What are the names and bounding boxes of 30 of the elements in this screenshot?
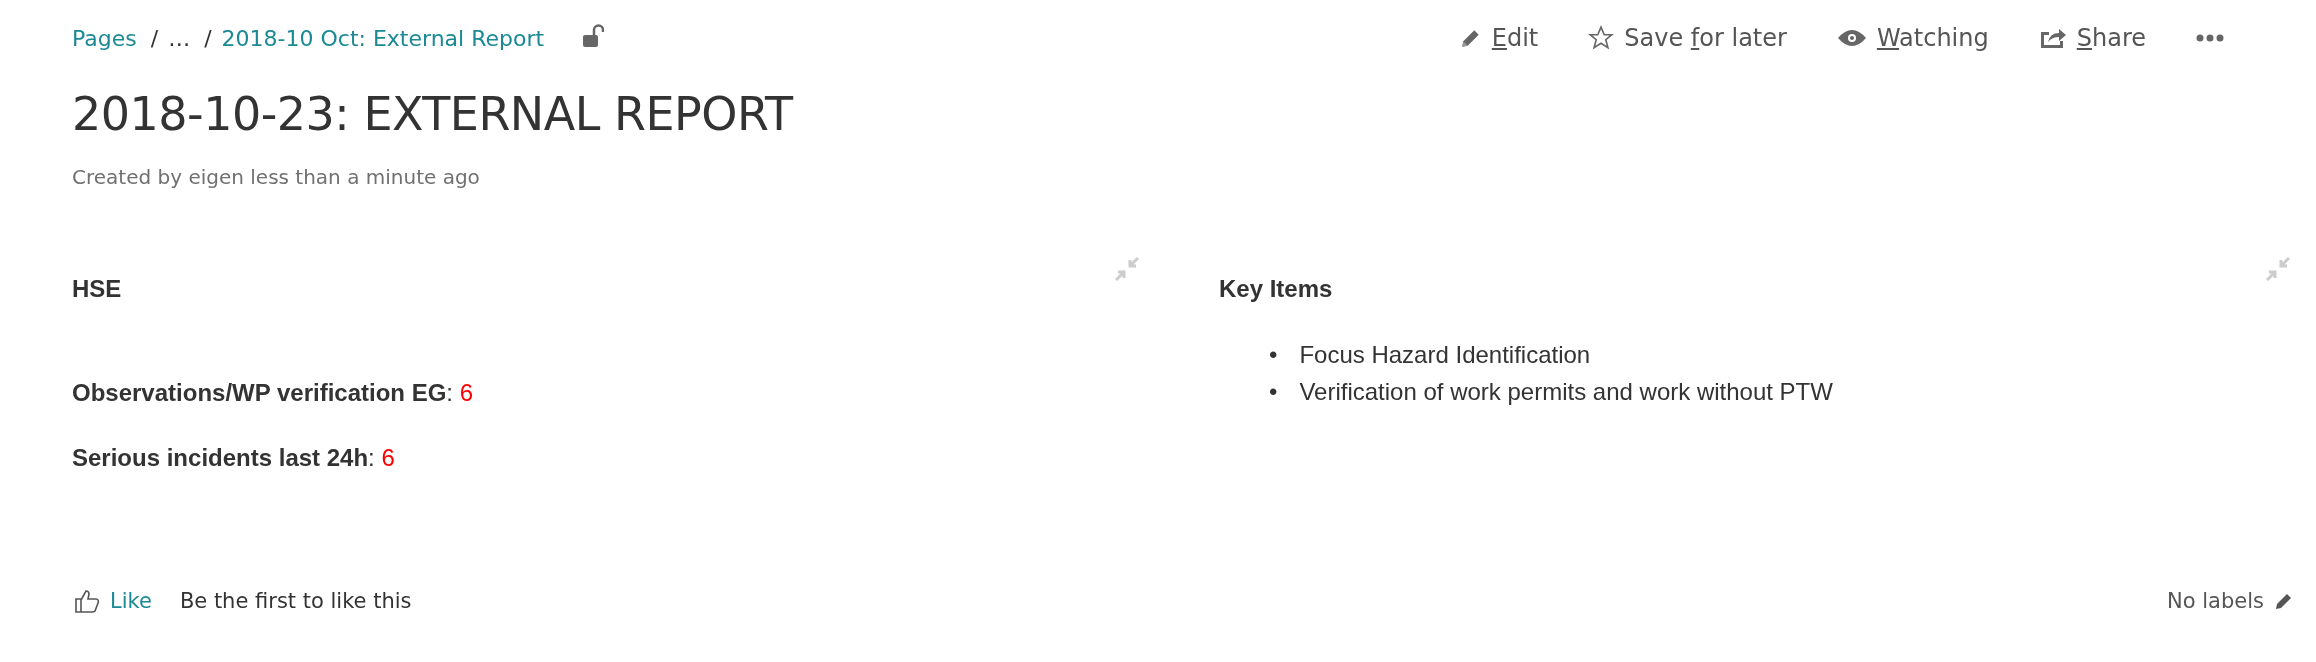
share-button[interactable]: Share	[2038, 24, 2146, 52]
like-button[interactable]: Like	[74, 588, 152, 614]
field-line: Observations/WP verification EG: 6	[72, 379, 475, 407]
breadcrumb-separator: /	[150, 25, 159, 51]
pencil-icon[interactable]	[2274, 591, 2294, 611]
field-line: Serious incidents last 24h: 6	[72, 444, 396, 472]
section-heading: Key Items	[1219, 275, 1334, 303]
open-padlock-icon[interactable]	[582, 23, 605, 48]
like-summary: Be the first to like this	[179, 589, 412, 613]
list-item: Verification of work permits and work without PTW	[1299, 377, 1833, 407]
watching-button[interactable]: Watching	[1836, 24, 1989, 52]
breadcrumb-link[interactable]: Pages	[72, 25, 137, 51]
bullet: •	[1269, 340, 1278, 370]
more-icon[interactable]	[2196, 34, 2224, 42]
breadcrumb-ellipsis[interactable]: …	[168, 25, 191, 51]
edit-button[interactable]: Edit	[1459, 24, 1539, 52]
save-for-later-button[interactable]: Save for later	[1588, 24, 1787, 52]
byline: Created by eigen less than a minute ago	[72, 165, 481, 189]
star-icon	[1588, 25, 1615, 51]
list-item: Focus Hazard Identification	[1299, 340, 1591, 370]
eye-icon	[1836, 28, 1867, 48]
labels-text: No labels	[2167, 589, 2264, 613]
breadcrumb-link[interactable]: 2018-10 Oct: External Report	[221, 25, 545, 51]
pencil-icon	[1459, 27, 1482, 49]
share-icon	[2038, 26, 2067, 50]
section-heading: HSE	[72, 275, 123, 303]
bullet: •	[1269, 377, 1278, 407]
thumbs-up-icon	[74, 588, 100, 614]
breadcrumb-separator: /	[204, 25, 212, 51]
page-title: 2018-10-23: EXTERNAL REPORT	[72, 87, 795, 141]
